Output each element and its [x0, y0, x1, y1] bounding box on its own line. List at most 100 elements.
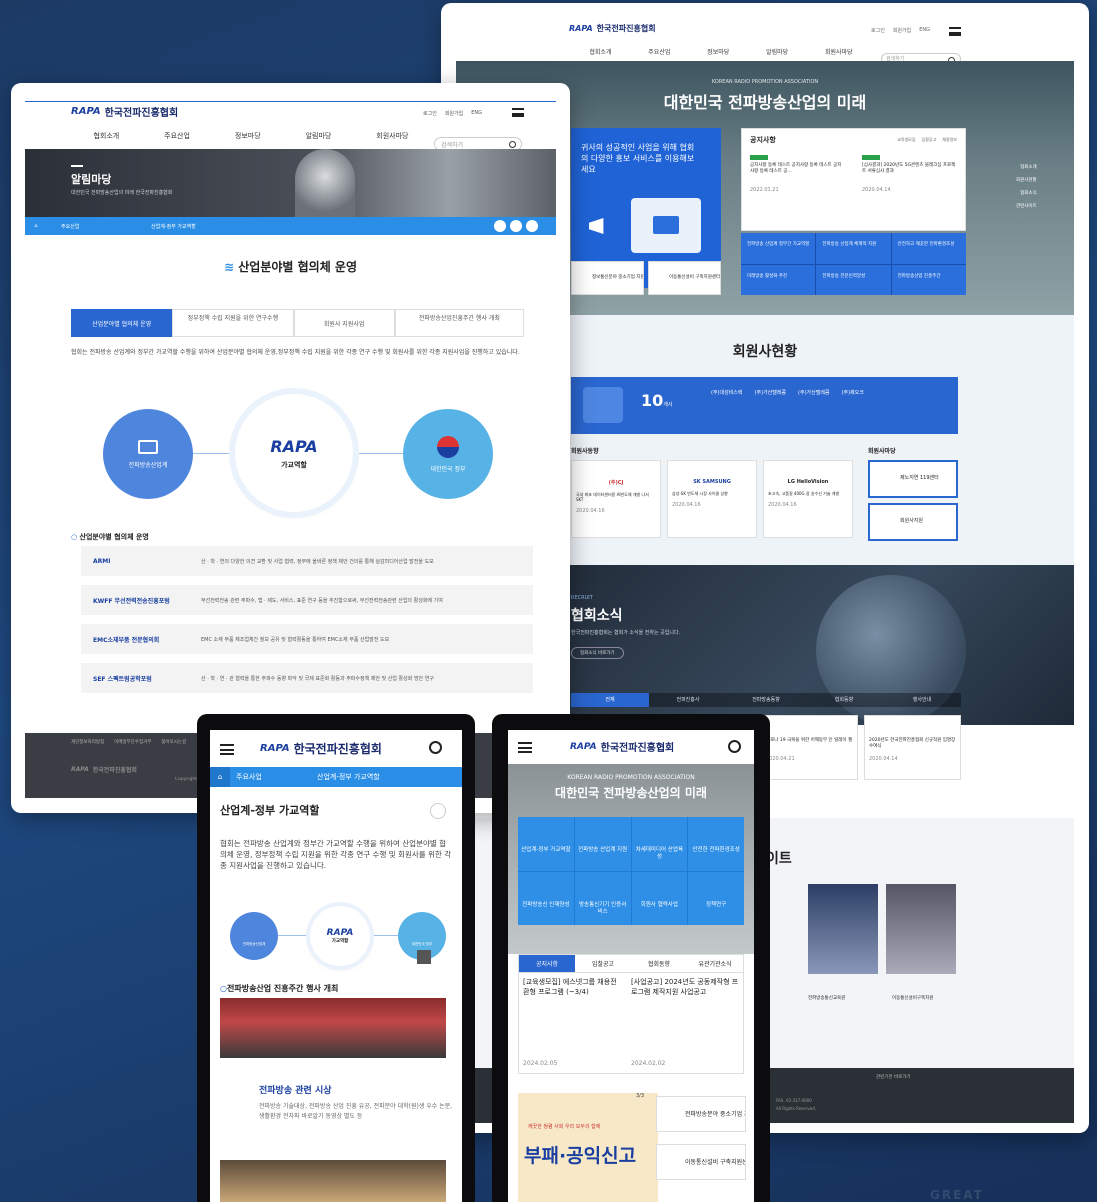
site-thumb[interactable] [808, 884, 878, 974]
site-name[interactable]: 전파방송통신교육원 [808, 995, 845, 1001]
breadcrumb-item[interactable]: 산업계-정부 가교역할 [305, 772, 380, 782]
quick-tile[interactable]: 회원사 협력사업 [631, 871, 688, 925]
quick-tile[interactable]: 정책연구 [688, 871, 744, 925]
gnb-item[interactable]: 주요산업 [164, 131, 190, 141]
quick-tile[interactable]: 전파방송 산업계 지원 [574, 817, 631, 871]
main-logo[interactable]: RAPA 한국전파진흥협회 [569, 23, 656, 34]
share-icon[interactable] [430, 803, 446, 819]
org-row[interactable]: KWFF 무선전력전송진흥포럼 무선전력전송 관련 주파수, 법 · 제도, 서비… [81, 585, 533, 615]
notice-tab[interactable]: 유관기관소식 [687, 955, 743, 972]
quick-link[interactable]: 전파방송산업 진흥주간 [891, 264, 966, 295]
news-tab[interactable]: 전파진흥사 [649, 693, 727, 707]
news-tab[interactable]: 행사안내 [883, 693, 961, 707]
tab[interactable]: 전파방송산업진흥주간 행사 개최 [394, 309, 524, 337]
breadcrumb-item[interactable]: 산업계-정부 가교역할 [137, 223, 237, 230]
quick-tile[interactable]: 전파방송신 인재양성 [518, 871, 574, 925]
notice-tab[interactable]: 입찰공고 [922, 137, 937, 143]
member-name[interactable]: (주)가산텔레콤 [798, 389, 830, 396]
tab-active[interactable]: 산업분야별 협의체 운영 [71, 309, 173, 337]
notice-tab[interactable]: 채용정보 [942, 137, 957, 143]
gnb-item[interactable]: 협회소개 [93, 131, 119, 141]
gnb-item[interactable]: 정보마당 [235, 131, 261, 141]
org-row[interactable]: SEF 스펙트럼공학포럼 산 · 학 · 연 · 관 협력을 통한 주파수 동향 … [81, 663, 533, 693]
member-square-link[interactable]: 제노지연 119센터 [868, 460, 958, 498]
news-card[interactable]: 2020년도 한국전파진흥협회 신규직원 임명장 수여식 2020.04.14 [864, 715, 961, 780]
quick-link[interactable]: 전파방송 산업계 체계적 지원 [816, 233, 891, 264]
zoom-icon[interactable] [417, 950, 431, 964]
menu-icon[interactable] [512, 108, 524, 117]
print-icon[interactable] [494, 220, 506, 232]
news-card[interactable]: 코로나 19 극복을 위한 어깨동무 인 릴레이 챌린 2020.04.21 [761, 715, 858, 780]
login-link[interactable]: 로그인 [871, 27, 885, 34]
notice-item[interactable]: [사업공고] 2024년도 공동제작형 프로그램 제작지원 사업공고 [631, 977, 739, 997]
news-tab[interactable]: 전파방송동향 [727, 693, 805, 707]
sub-logo[interactable]: RAPA 한국전파진흥협회 [71, 104, 178, 119]
gnb-item[interactable]: 알림마당 [306, 131, 332, 141]
news-tab[interactable]: 협회동향 [805, 693, 883, 707]
quick-link[interactable]: 안전하고 깨끗한 전파환경조성 [891, 233, 966, 264]
gnb-item[interactable]: 주요산업 [648, 47, 670, 56]
org-row[interactable]: EMC소재부품 전문협의회 EMC 소재 부품 제조업체간 정보 공유 및 협력활… [81, 624, 533, 654]
notice-item[interactable]: [심사결과] 2020년도 5G콘텐츠 블레크십 프로젝트 서류심사 결과 20… [862, 155, 957, 194]
eng-link[interactable]: ENG [919, 27, 930, 34]
integrity-banner[interactable]: 깨끗한 청렴 사회 우리 모두의 함께 부패·공익신고 3/3 [518, 1093, 658, 1202]
side-nav-item[interactable]: 협회소식 [1016, 187, 1037, 200]
notice-tab[interactable]: 협회동향 [631, 955, 687, 972]
member-square-link[interactable]: 회원사지원 [868, 503, 958, 541]
search-icon[interactable] [728, 740, 741, 753]
gnb-item[interactable]: 협회소개 [589, 47, 611, 56]
news-tab[interactable]: 전체 [571, 693, 649, 707]
join-link[interactable]: 회원가입 [445, 110, 463, 117]
quick-tile[interactable]: 차세대미디어 산업육성 [631, 817, 688, 871]
join-link[interactable]: 회원가입 [893, 27, 911, 34]
member-name[interactable]: (주)가산텔레콤 [755, 389, 787, 396]
org-row[interactable]: ARMI 산 · 학 · 연의 다양한 의견 교환 및 사업 협력, 정부에 올바… [81, 546, 533, 576]
notice-tab[interactable]: 교육생모집 [897, 137, 915, 143]
footer-link[interactable]: 개인정보처리방침 [71, 739, 104, 745]
footer-link[interactable]: 찾아오시는길 [161, 739, 186, 745]
home-icon[interactable]: ⌂ [25, 223, 47, 229]
notice-item[interactable]: 공지사항 등록 테스트 공지사항 등록 테스트 공지사항 등록 테스트 공… 2… [750, 155, 845, 194]
breadcrumb-item[interactable]: 주요사업 [230, 772, 305, 782]
promo-small-link[interactable]: 이동통신설비 구축지원센터 [648, 261, 721, 295]
gnb-item[interactable]: 회원사마당 [825, 47, 853, 56]
quick-link[interactable]: 미래방송 활성화 추진 [741, 264, 816, 295]
gnb-item[interactable]: 알림마당 [766, 47, 788, 56]
quick-tile[interactable]: 산업계-정부 가교역할 [518, 817, 574, 871]
eng-link[interactable]: ENG [471, 110, 482, 117]
star-icon[interactable] [510, 220, 522, 232]
notice-tab-active[interactable]: 공지사항 [519, 955, 575, 972]
family-site-select[interactable]: 관련기관 바로가기 [876, 1074, 911, 1080]
menu-icon[interactable] [949, 27, 961, 36]
notice-tab[interactable]: 입찰공고 [575, 955, 631, 972]
mobile-logo[interactable]: RAPA 한국전파진흥협회 [260, 740, 382, 757]
member-name[interactable]: (주)대성비스텍 [711, 389, 743, 396]
quick-tile[interactable]: 방송통신기기 인증서비스 [574, 871, 631, 925]
breadcrumb-item[interactable]: 주요산업 [47, 223, 137, 230]
member-news-card[interactable]: LG HelloVision 초고속, 고품질 400G 광 송수신 기술 개발… [763, 460, 853, 538]
menu-icon[interactable] [518, 742, 532, 753]
home-icon[interactable]: ⌂ [210, 767, 230, 787]
site-thumb[interactable] [886, 884, 956, 974]
notice-item[interactable]: [교육생모집] 에스넷그룹 채용전환형 프로그램 (~3/4) [523, 977, 623, 997]
menu-icon[interactable] [220, 744, 234, 755]
member-name[interactable]: (주)제오크 [842, 389, 864, 396]
tab[interactable]: 회원사 지원사업 [293, 309, 395, 337]
login-link[interactable]: 로그인 [423, 110, 437, 117]
side-nav-item[interactable]: 관련사이트 [1016, 200, 1037, 213]
quick-tile[interactable]: 안전한 전파환경조성 [688, 817, 744, 871]
side-link[interactable]: 이동통신설비 구축지원센터 [656, 1144, 746, 1180]
quick-link[interactable]: 전파방송 전문인력양성 [816, 264, 891, 295]
gnb-item[interactable]: 정보마당 [707, 47, 729, 56]
quick-link[interactable]: 전파방송 산업계 정부간 가교역할 [741, 233, 816, 264]
mobile-logo[interactable]: RAPA 한국전파진흥협회 [570, 739, 674, 755]
promo-small-link[interactable]: 정보통신분야 중소기업 지원 [571, 261, 644, 295]
side-link[interactable]: 전파방송분야 중소기업 지원 [656, 1096, 746, 1132]
member-news-card[interactable]: (주)CJ 국내 최초 데이터센터용 AI반도체 개발 나서 SKT 2020.… [571, 460, 661, 538]
news-more-button[interactable]: 협회소식 바로가기 [571, 647, 624, 659]
share-icon[interactable] [526, 220, 538, 232]
side-nav-item[interactable]: 회원사현황 [1016, 174, 1037, 187]
site-name[interactable]: 이동통신설비구축지원 [892, 995, 933, 1001]
search-icon[interactable] [429, 741, 442, 754]
footer-link[interactable]: 이메일무단수집거부 [114, 739, 151, 745]
